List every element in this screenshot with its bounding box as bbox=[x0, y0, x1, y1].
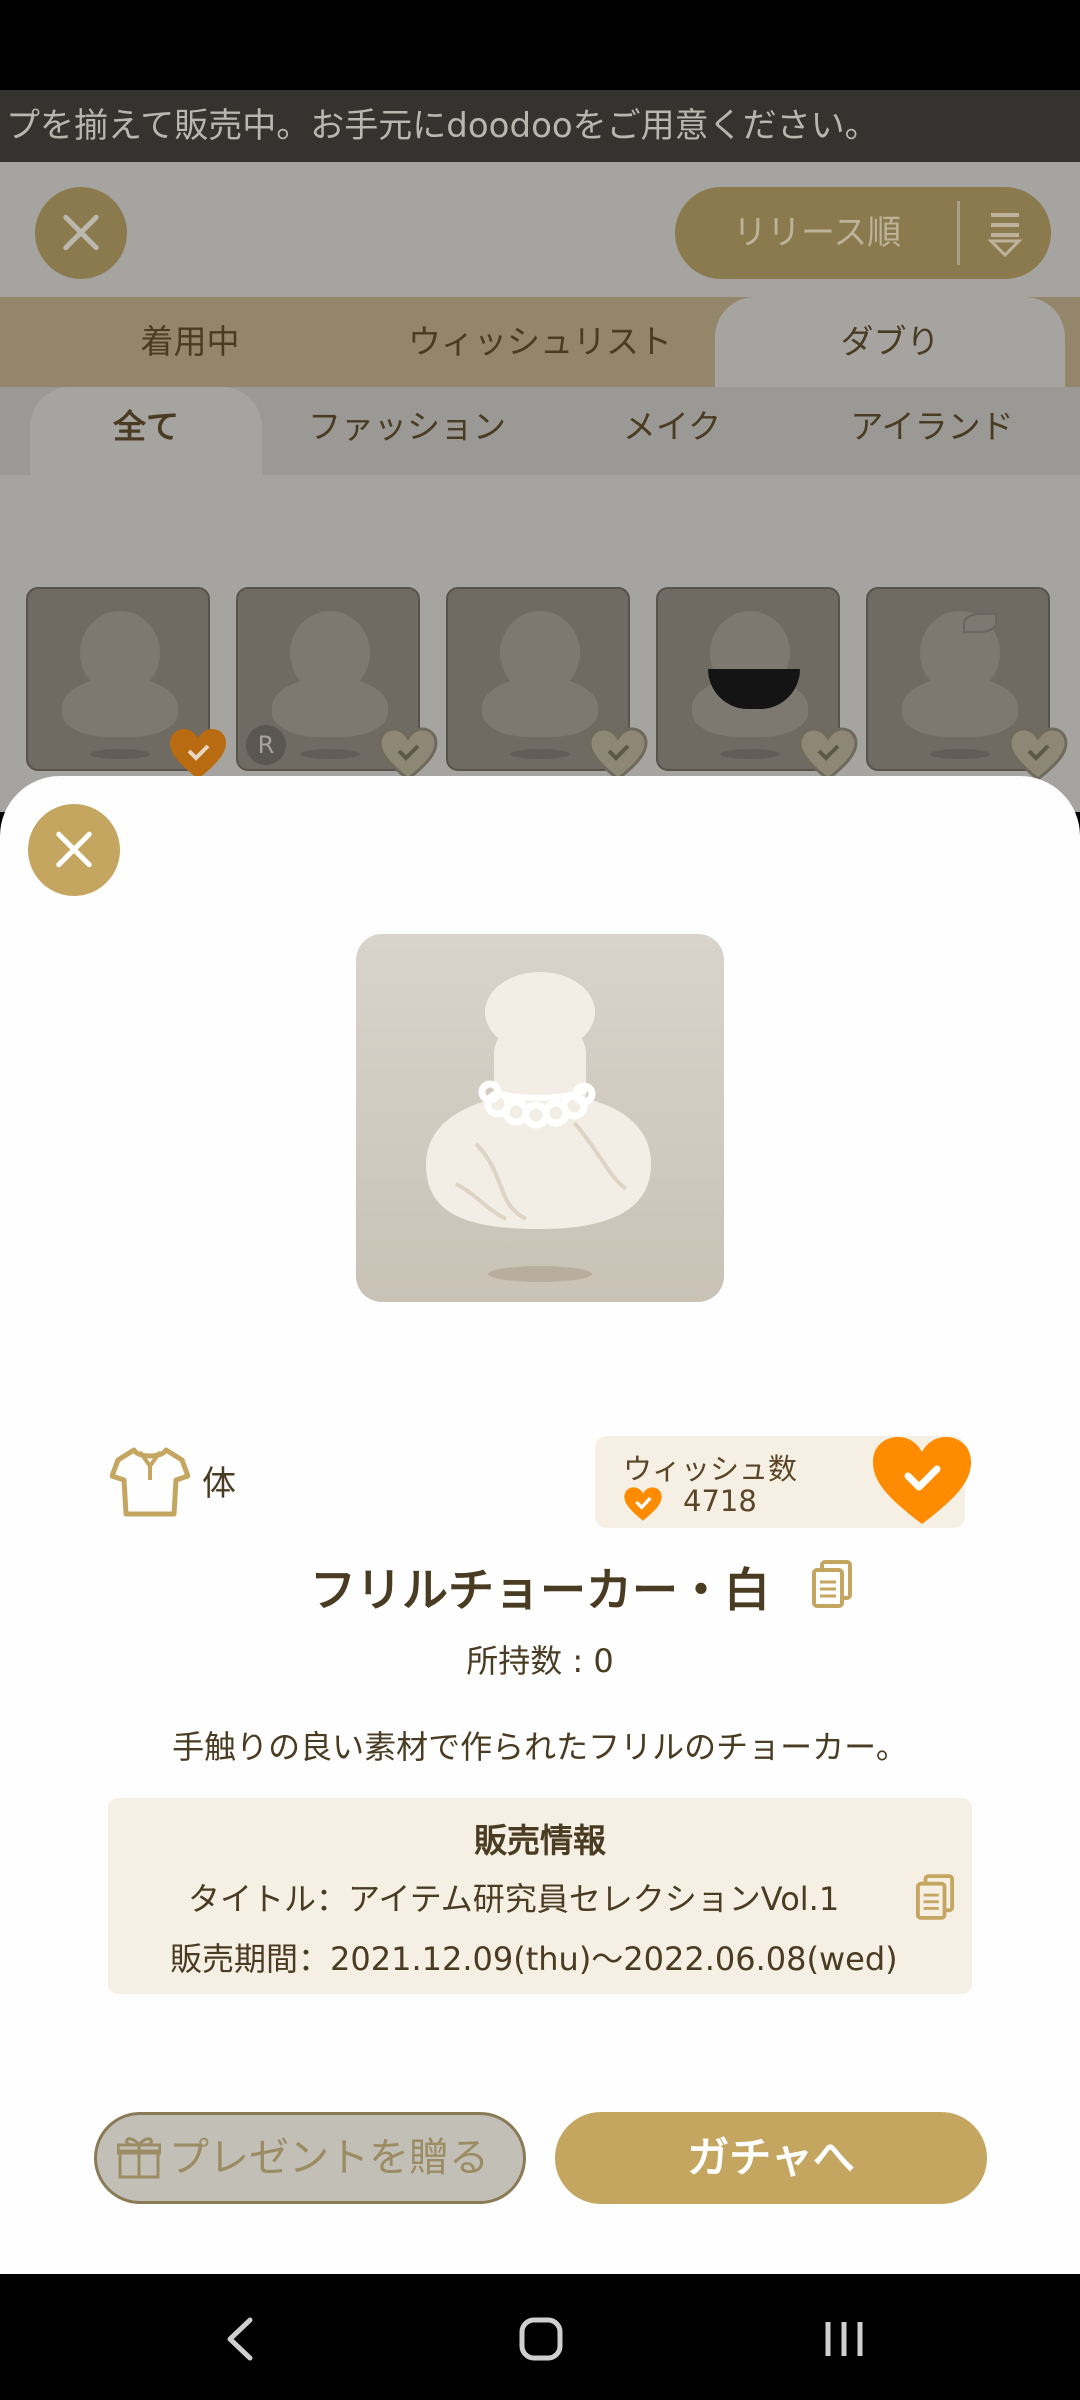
heart-check-icon bbox=[170, 729, 226, 779]
wishlist-heart-button[interactable] bbox=[870, 1434, 974, 1528]
avatar-body bbox=[62, 677, 178, 737]
news-ticker: プを揃えて販売中。お手元にdoodooをご用意ください。 bbox=[0, 90, 1080, 162]
heart-check-icon bbox=[588, 727, 648, 781]
filter-fashion: ファッション bbox=[308, 407, 506, 446]
avatar-body bbox=[272, 677, 388, 737]
filter-tabs: 全て ファッション メイク アイランド bbox=[0, 387, 1080, 475]
wish-count: 4718 bbox=[683, 1484, 757, 1518]
heart-check-icon bbox=[1008, 727, 1068, 781]
close-button[interactable] bbox=[28, 804, 120, 896]
copy-icon[interactable] bbox=[916, 1874, 954, 1920]
avatar-shadow bbox=[510, 749, 570, 759]
sale-title: タイトル：アイテム研究員セレクションVol.1 bbox=[188, 1880, 840, 1918]
avatar-shadow bbox=[300, 749, 360, 759]
sale-period: 販売期間：2021.12.09(thu)〜2022.06.08(wed) bbox=[170, 1940, 898, 1978]
status-bar bbox=[0, 0, 1080, 90]
filter-island: アイランド bbox=[850, 407, 1014, 446]
present-button[interactable]: プレゼントを贈る bbox=[94, 2112, 526, 2204]
list-tabs: 着用中 ウィッシュリスト ダブり bbox=[0, 297, 1080, 387]
nav-back-icon[interactable] bbox=[222, 2316, 258, 2362]
avatar-body bbox=[482, 677, 598, 737]
nav-recents-icon[interactable] bbox=[822, 2318, 866, 2360]
owned-count: 所持数 : 0 bbox=[466, 1642, 614, 1680]
present-button-label: プレゼントを贈る bbox=[169, 2135, 489, 2181]
gacha-button[interactable]: ガチャへ bbox=[555, 2112, 987, 2204]
item-description: 手触りの良い素材で作られたフリルのチョーカー。 bbox=[172, 1728, 908, 1766]
filter-all: 全て bbox=[30, 387, 262, 475]
wish-label: ウィッシュ数 bbox=[623, 1452, 798, 1486]
sale-info-panel: 販売情報 タイトル：アイテム研究員セレクションVol.1 販売期間：2021.1… bbox=[108, 1798, 972, 1994]
tab-wearing: 着用中 bbox=[140, 322, 240, 361]
choker-illustration bbox=[426, 972, 651, 1282]
avatar-shadow bbox=[930, 749, 990, 759]
gift-icon bbox=[117, 2137, 161, 2179]
copy-icon[interactable] bbox=[812, 1560, 852, 1608]
avatar-body bbox=[902, 677, 1018, 737]
item-image bbox=[356, 934, 724, 1302]
nav-home-icon[interactable] bbox=[518, 2316, 564, 2362]
heart-check-icon bbox=[624, 1487, 662, 1521]
background-close-button bbox=[35, 187, 127, 279]
sort-icon bbox=[987, 213, 1023, 258]
shirt-icon bbox=[109, 1447, 191, 1517]
heart-check-icon bbox=[378, 727, 438, 781]
system-nav-bar bbox=[0, 2274, 1080, 2400]
sort-label: リリース順 bbox=[733, 213, 902, 253]
rarity-badge: R bbox=[246, 725, 286, 765]
tab-duplicates: ダブり bbox=[715, 297, 1065, 387]
avatar-shadow bbox=[90, 749, 150, 759]
sale-info-heading: 販売情報 bbox=[474, 1821, 606, 1860]
tab-wishlist: ウィッシュリスト bbox=[408, 322, 672, 361]
sort-divider bbox=[957, 201, 960, 265]
avatar-shadow bbox=[720, 749, 780, 759]
filter-makeup: メイク bbox=[622, 407, 722, 446]
background-screen: リリース順 着用中 ウィッシュリスト ダブり 全て ファッション メイク アイラ… bbox=[0, 162, 1080, 812]
sort-button: リリース順 bbox=[675, 187, 1051, 279]
item-detail-modal: 体 ウィッシュ数 4718 フリルチョーカー・白 所持数 : 0 手触りの良い素… bbox=[0, 776, 1080, 2274]
category-label: 体 bbox=[202, 1464, 236, 1504]
heart-check-icon bbox=[798, 727, 858, 781]
leaf-accessory bbox=[963, 613, 997, 633]
item-name: フリルチョーカー・白 bbox=[310, 1563, 770, 1617]
category: 体 bbox=[109, 1446, 236, 1518]
